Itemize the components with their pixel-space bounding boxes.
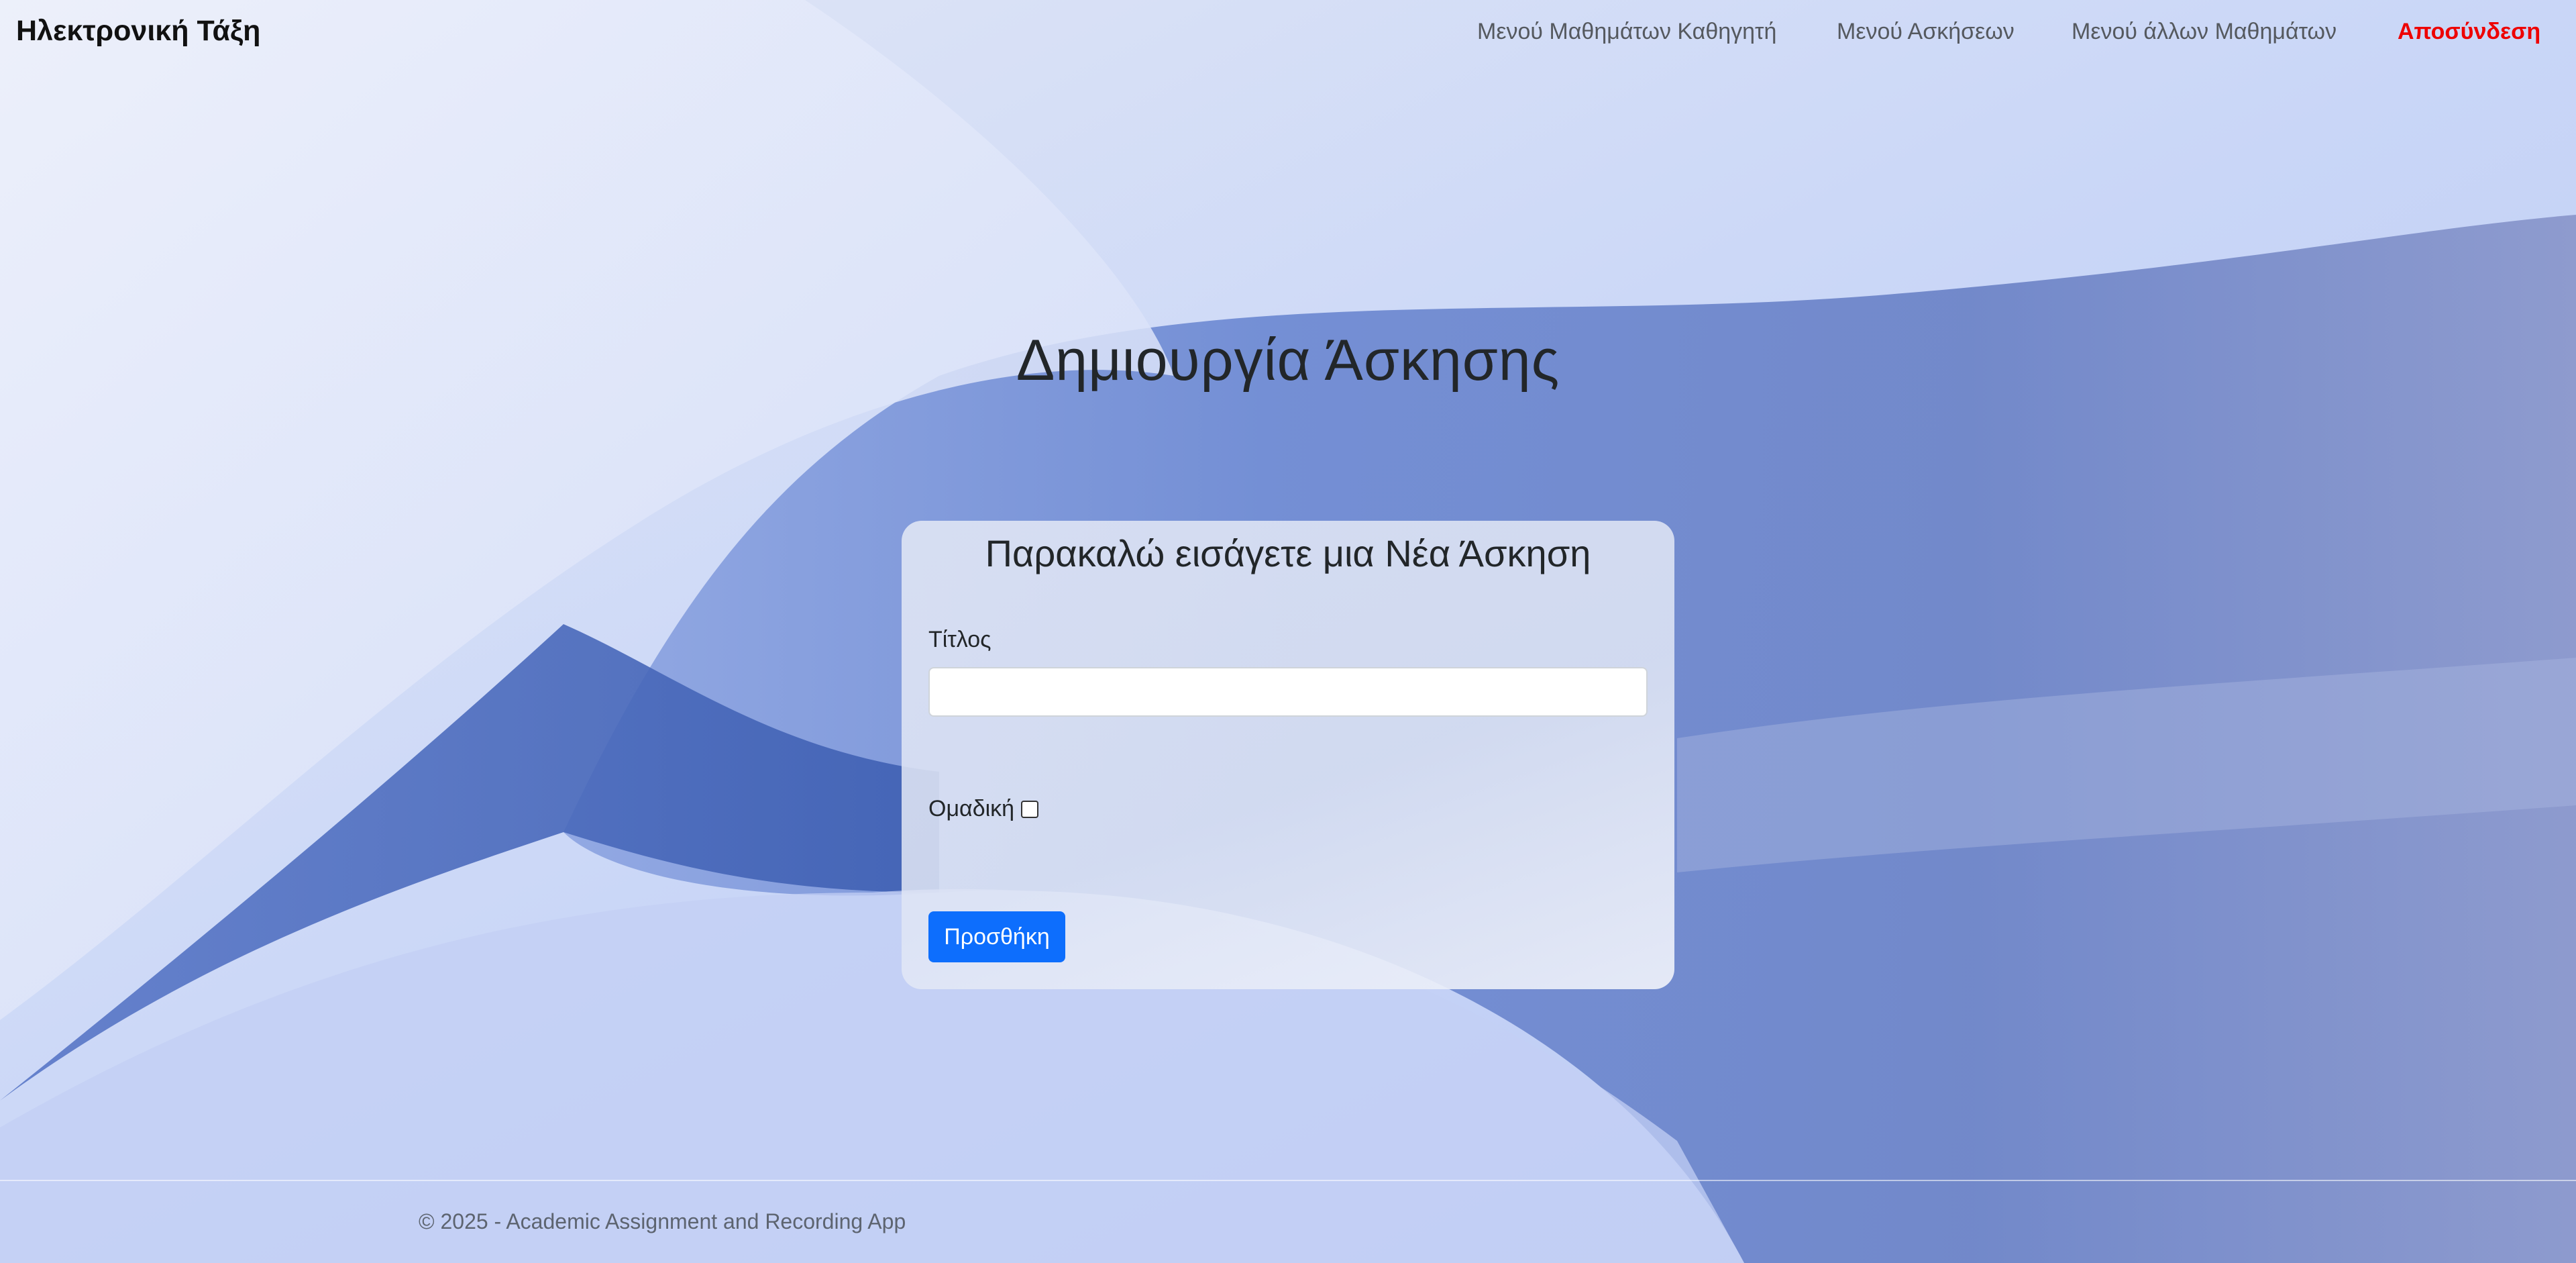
group-checkbox[interactable]	[1021, 800, 1039, 818]
top-navbar: Ηλεκτρονική Τάξη Μενού Μαθημάτων Καθηγητ…	[0, 0, 2576, 67]
group-checkbox-row: Ομαδική	[928, 796, 1039, 822]
footer-copyright: © 2025 - Academic Assignment and Recordi…	[419, 1209, 906, 1233]
nav-link-logout[interactable]: Αποσύνδεση	[2398, 19, 2540, 45]
page-title: Δημιουργία Άσκησης	[1016, 328, 1560, 393]
new-exercise-form-card: Παρακαλώ εισάγετε μια Νέα Άσκηση Τίτλος …	[902, 521, 1674, 989]
nav-link-other-courses[interactable]: Μενού άλλων Μαθημάτων	[2072, 19, 2337, 45]
footer-divider	[0, 1180, 2576, 1181]
nav-link-exercises[interactable]: Μενού Ασκήσεων	[1837, 19, 2015, 45]
add-button[interactable]: Προσθήκη	[928, 911, 1065, 962]
form-heading: Παρακαλώ εισάγετε μια Νέα Άσκηση	[985, 532, 1591, 574]
title-label: Τίτλος	[928, 627, 991, 652]
title-input[interactable]	[928, 667, 1648, 717]
group-label: Ομαδική	[928, 796, 1015, 821]
brand-link[interactable]: Ηλεκτρονική Τάξη	[16, 15, 260, 48]
nav-link-teacher-courses[interactable]: Μενού Μαθημάτων Καθηγητή	[1477, 19, 1776, 45]
